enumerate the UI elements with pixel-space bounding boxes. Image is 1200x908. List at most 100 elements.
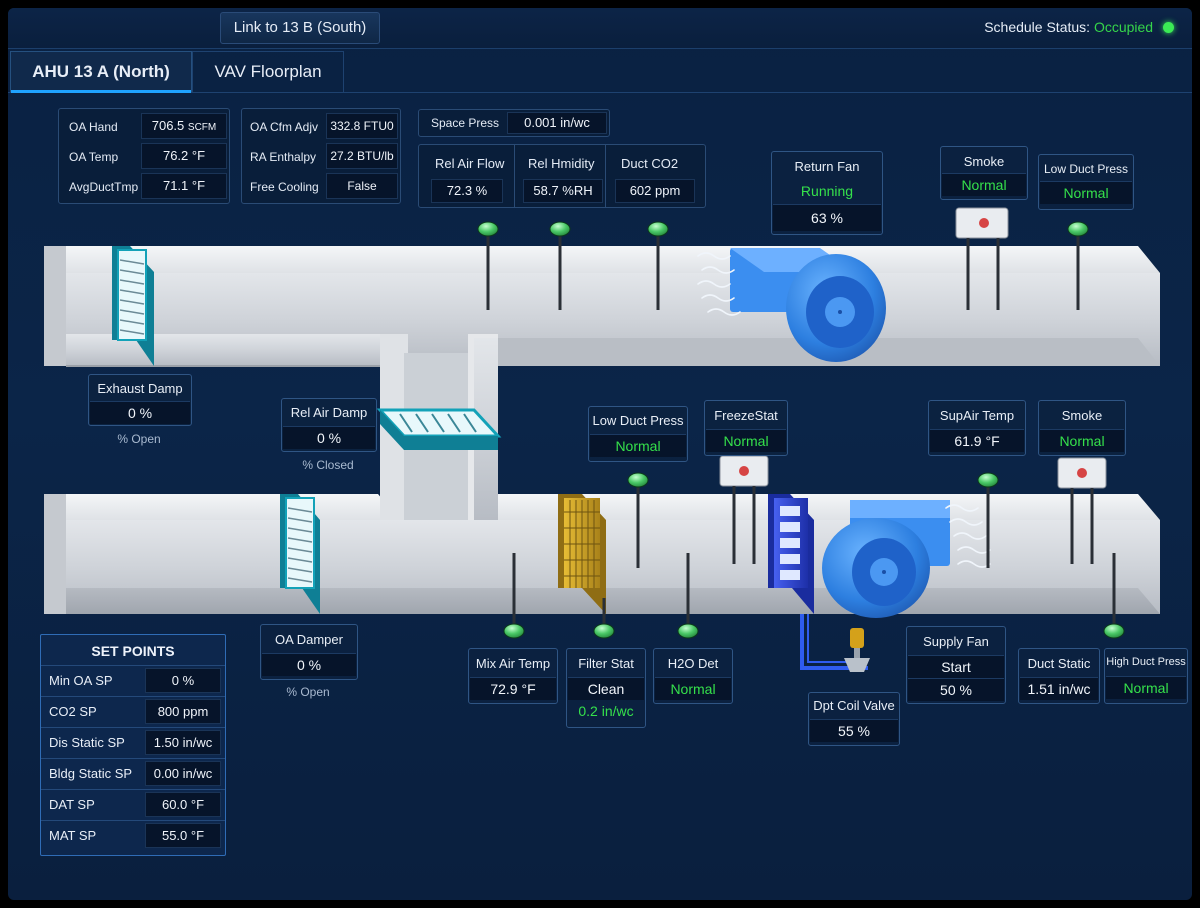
- low-duct-press-return-panel[interactable]: Low Duct Press Normal: [1038, 154, 1134, 210]
- return-duct: [44, 246, 1160, 367]
- exhaust-damp-value: 0 %: [90, 401, 190, 424]
- set-point-label: Dis Static SP: [49, 735, 125, 750]
- h2o-det-label: H2O Det: [667, 656, 719, 671]
- exhaust-damp-caption: % Open: [117, 432, 161, 446]
- rel-air-flow-value: 72.3 %: [431, 179, 503, 203]
- divider: [514, 145, 515, 207]
- rel-air-damp-label: Rel Air Damp: [290, 405, 368, 420]
- rel-air-damp-panel[interactable]: Rel Air Damp 0 %: [281, 398, 377, 452]
- freezestat-status: Normal: [706, 429, 786, 452]
- oa-temp-value: 76.2 °F: [141, 143, 227, 169]
- oa-cfm-adjv-value: 332.8 FTU0: [326, 113, 398, 139]
- duct-static-value: 1.51 in/wc: [1020, 677, 1098, 700]
- duct-co2-label: Duct CO2: [621, 156, 679, 171]
- sup-air-temp-panel[interactable]: SupAir Temp 61.9 °F: [928, 400, 1026, 456]
- supply-fan-label: Supply Fan: [923, 634, 989, 649]
- high-duct-press-label: High Duct Press: [1106, 656, 1186, 668]
- set-points-title: SET POINTS: [91, 643, 175, 659]
- divider: [605, 145, 606, 207]
- high-duct-press-panel[interactable]: High Duct Press Normal: [1104, 648, 1188, 704]
- filter-stat-status: Clean: [568, 677, 644, 700]
- space-press-panel: Space Press 0.001 in/wc: [418, 109, 610, 137]
- set-point-value[interactable]: 0 %: [145, 668, 221, 693]
- schedule-status: Schedule Status: Occupied: [984, 19, 1174, 35]
- set-point-row: DAT SP 60.0 °F: [41, 789, 225, 818]
- free-cooling-label: Free Cooling: [250, 180, 319, 194]
- oa-cfm-adjv-label: OA Cfm Adjv: [250, 120, 319, 134]
- set-point-value[interactable]: 55.0 °F: [145, 823, 221, 848]
- set-point-value[interactable]: 60.0 °F: [145, 792, 221, 817]
- schedule-value: Occupied: [1093, 19, 1154, 35]
- air-quality-panel: Rel Air Flow 72.3 % Rel Hmidity 58.7 %RH…: [418, 144, 706, 208]
- supply-fan-command: Start: [908, 655, 1004, 678]
- ra-enthalpy-value: 27.2 BTU/lb: [326, 143, 398, 169]
- smoke-supply-label: Smoke: [1061, 408, 1103, 423]
- oa-hand-value: 706.5 SCFM: [141, 113, 227, 139]
- return-fan-speed: 63 %: [773, 204, 881, 231]
- space-press-label: Space Press: [431, 116, 500, 130]
- tab-bar: AHU 13 A (North) VAV Floorplan: [8, 48, 1192, 93]
- set-point-row: CO2 SP 800 ppm: [41, 696, 225, 725]
- duct-static-label: Duct Static: [1027, 656, 1091, 671]
- smoke-return-status: Normal: [942, 173, 1026, 196]
- smoke-supply-panel[interactable]: Smoke Normal: [1038, 400, 1126, 456]
- oa-panel: OA Hand 706.5 SCFM OA Temp 76.2 °F AvgDu…: [58, 108, 230, 204]
- schedule-label: Schedule Status:: [984, 19, 1091, 35]
- tab-ahu-13a[interactable]: AHU 13 A (North): [10, 51, 192, 93]
- exhaust-damp-label: Exhaust Damp: [97, 381, 183, 396]
- mix-air-temp-panel[interactable]: Mix Air Temp 72.9 °F: [468, 648, 558, 704]
- rel-air-damp-caption: % Closed: [302, 458, 354, 472]
- rel-air-flow-label: Rel Air Flow: [435, 156, 505, 171]
- low-duct-press-supply-label: Low Duct Press: [592, 413, 684, 428]
- high-duct-press-status: Normal: [1106, 676, 1186, 699]
- set-point-value[interactable]: 1.50 in/wc: [145, 730, 221, 755]
- smoke-return-panel[interactable]: Smoke Normal: [940, 146, 1028, 200]
- rel-air-damp-value: 0 %: [283, 426, 375, 449]
- set-point-value[interactable]: 0.00 in/wc: [145, 761, 221, 786]
- set-point-row: MAT SP 55.0 °F: [41, 820, 225, 849]
- cfm-panel: OA Cfm Adjv 332.8 FTU0 RA Enthalpy 27.2 …: [241, 108, 401, 204]
- duct-static-panel[interactable]: Duct Static 1.51 in/wc: [1018, 648, 1100, 704]
- set-point-label: CO2 SP: [49, 704, 97, 719]
- rel-humidity-label: Rel Hmidity: [528, 156, 595, 171]
- low-duct-press-return-status: Normal: [1040, 181, 1132, 204]
- duct-co2-value: 602 ppm: [615, 179, 695, 203]
- freezestat-label: FreezeStat: [714, 408, 778, 423]
- dpt-coil-valve-panel[interactable]: Dpt Coil Valve 55 %: [808, 692, 900, 746]
- tab-vav-floorplan[interactable]: VAV Floorplan: [192, 51, 344, 92]
- free-cooling-value: False: [326, 173, 398, 199]
- low-duct-press-supply-status: Normal: [590, 434, 686, 457]
- return-fan-status: Running: [800, 183, 854, 199]
- freezestat-panel[interactable]: FreezeStat Normal: [704, 400, 788, 456]
- h2o-det-panel[interactable]: H2O Det Normal: [653, 648, 733, 704]
- sup-air-temp-value: 61.9 °F: [930, 429, 1024, 452]
- dpt-coil-valve-value: 55 %: [810, 719, 898, 742]
- link-ahu-13b-button[interactable]: Link to 13 B (South): [220, 12, 380, 44]
- supply-fan-panel[interactable]: Supply Fan Start 50 %: [906, 626, 1006, 704]
- low-duct-press-return-label: Low Duct Press: [1043, 162, 1129, 176]
- status-led-icon: [1163, 22, 1174, 33]
- oa-hand-label: OA Hand: [69, 120, 118, 134]
- set-point-label: DAT SP: [49, 797, 95, 812]
- filter-stat-panel[interactable]: Filter Stat Clean 0.2 in/wc: [566, 648, 646, 728]
- set-point-label: MAT SP: [49, 828, 97, 843]
- valve-icon: [844, 628, 870, 672]
- set-point-value[interactable]: 800 ppm: [145, 699, 221, 724]
- hmi-screen: Link to 13 B (South) Schedule Status: Oc…: [8, 8, 1192, 900]
- smoke-return-label: Smoke: [963, 154, 1005, 169]
- avg-duct-temp-label: AvgDuctTmp: [69, 180, 139, 194]
- exhaust-damp-panel[interactable]: Exhaust Damp 0 %: [88, 374, 192, 426]
- oa-damper-label: OA Damper: [275, 632, 343, 647]
- smoke-supply-status: Normal: [1040, 429, 1124, 452]
- mix-air-temp-value: 72.9 °F: [470, 677, 556, 700]
- sup-air-temp-label: SupAir Temp: [939, 408, 1015, 423]
- filter-stat-dp: 0.2 in/wc: [578, 703, 634, 719]
- low-duct-press-supply-panel[interactable]: Low Duct Press Normal: [588, 406, 688, 462]
- dpt-coil-valve-label: Dpt Coil Valve: [813, 698, 895, 713]
- set-point-row: Min OA SP 0 %: [41, 665, 225, 694]
- avg-duct-temp-value: 71.1 °F: [141, 173, 227, 199]
- filter-stat-label: Filter Stat: [578, 656, 634, 671]
- oa-damper-caption: % Open: [286, 685, 330, 699]
- oa-damper-panel[interactable]: OA Damper 0 %: [260, 624, 358, 680]
- return-fan-panel[interactable]: Return Fan Running 63 %: [771, 151, 883, 235]
